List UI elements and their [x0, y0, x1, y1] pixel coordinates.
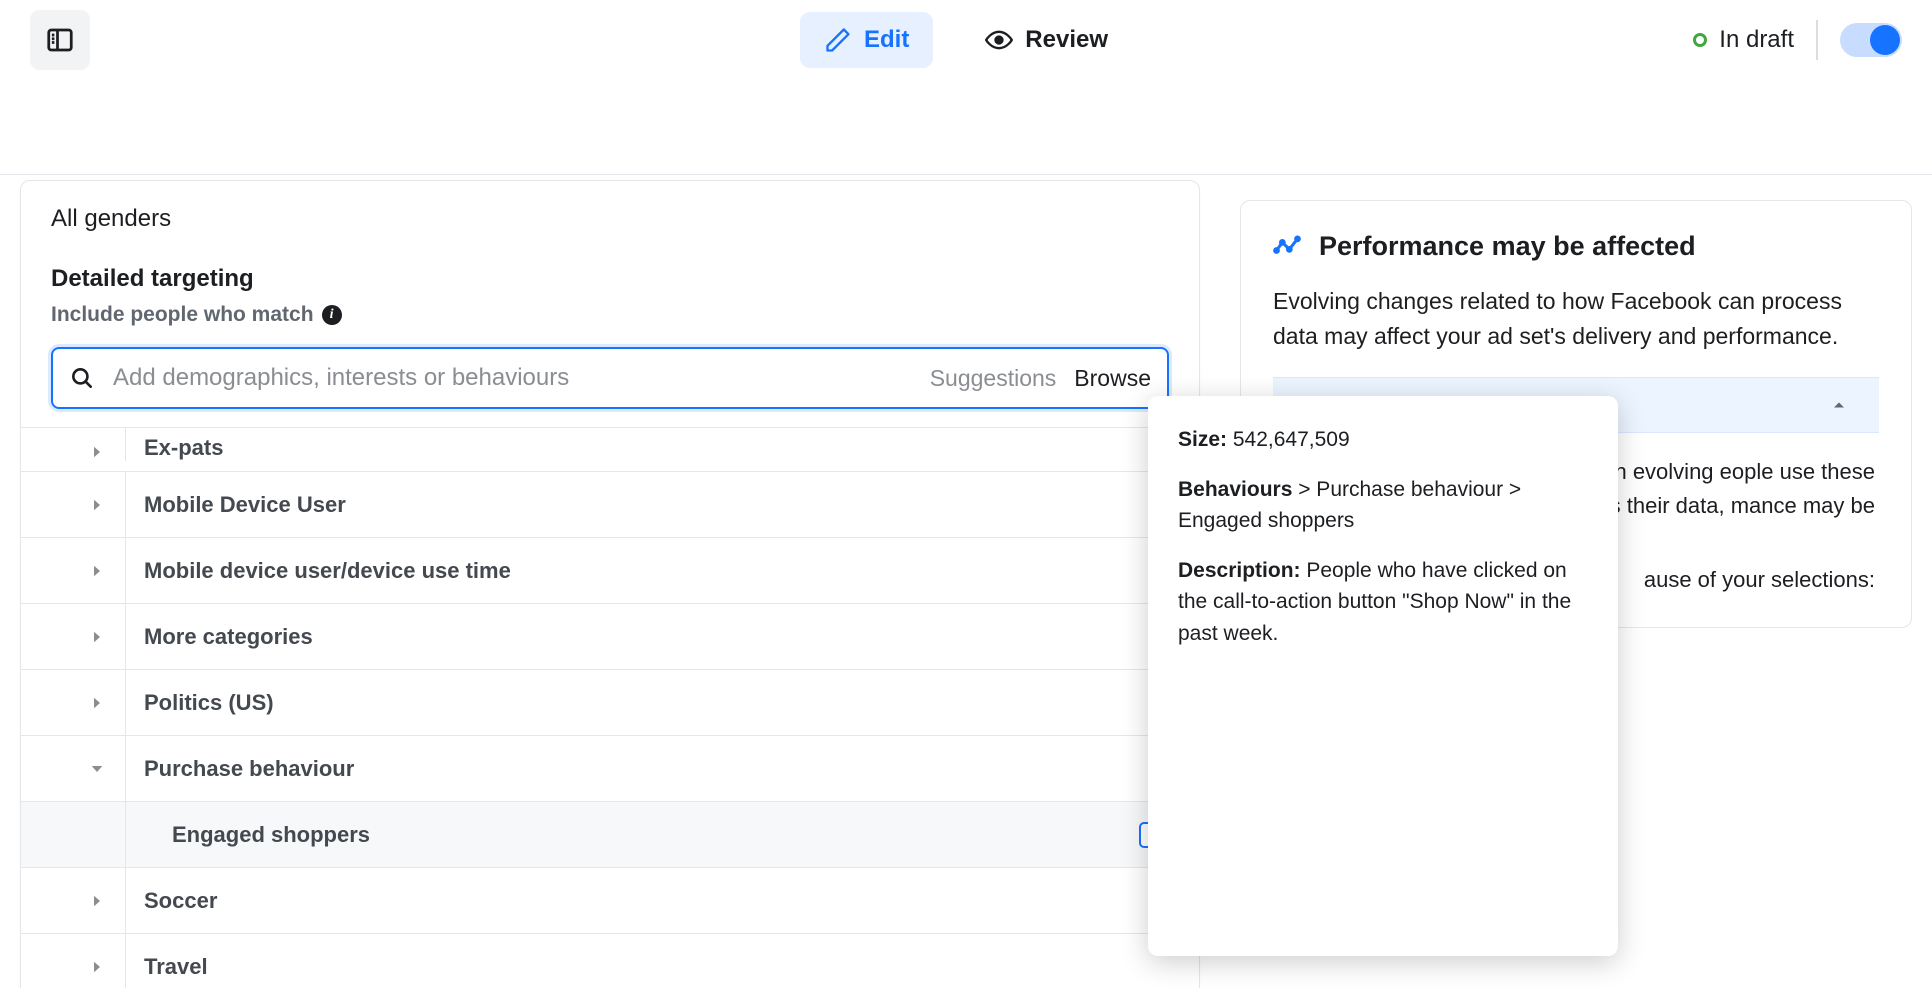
vertical-divider — [1816, 20, 1818, 60]
tab-review-label: Review — [1025, 26, 1108, 54]
caret-right-icon — [69, 958, 125, 976]
tree-item-engaged-shoppers[interactable]: Engaged shoppers — [21, 802, 1199, 868]
tree-item-ex-pats[interactable]: Ex-pats — [21, 428, 1199, 472]
main-content: All genders Detailed targeting Include p… — [0, 180, 1932, 988]
eye-icon — [985, 26, 1013, 54]
gender-summary: All genders — [51, 205, 1169, 233]
targeting-detail-popover: Size: 542,647,509 Behaviours > Purchase … — [1148, 396, 1618, 956]
caret-right-icon — [69, 628, 125, 646]
caret-right-icon — [69, 496, 125, 514]
adset-active-toggle[interactable] — [1840, 23, 1902, 57]
caret-right-icon — [69, 694, 125, 712]
caret-right-icon — [69, 892, 125, 910]
panel-icon — [45, 25, 75, 55]
activity-icon — [1273, 233, 1301, 261]
chevron-up-icon — [1829, 395, 1849, 415]
status-dot-icon — [1693, 33, 1707, 47]
search-icon — [69, 365, 95, 391]
panel-toggle-button[interactable] — [30, 10, 90, 70]
popover-size-row: Size: 542,647,509 — [1178, 424, 1588, 456]
suggestions-link[interactable]: Suggestions — [930, 365, 1057, 392]
header-divider — [0, 174, 1932, 175]
header-bar: Edit Review In draft — [0, 0, 1932, 80]
info-icon[interactable]: i — [322, 305, 342, 325]
browse-link[interactable]: Browse — [1074, 365, 1151, 392]
tab-edit[interactable]: Edit — [800, 12, 933, 68]
caret-right-icon — [69, 562, 125, 580]
tree-item-travel[interactable]: Travel — [21, 934, 1199, 988]
pencil-icon — [824, 26, 852, 54]
targeting-browse-tree: Ex-pats Mobile Device User Mobile device… — [21, 427, 1199, 988]
caret-right-icon — [69, 443, 125, 461]
targeting-search-row: Suggestions Browse — [51, 347, 1169, 409]
targeting-card: All genders Detailed targeting Include p… — [20, 180, 1200, 988]
tree-item-politics-us[interactable]: Politics (US) — [21, 670, 1199, 736]
caret-down-icon — [69, 760, 125, 778]
performance-body: Evolving changes related to how Facebook… — [1273, 284, 1879, 353]
popover-desc-row: Description: People who have clicked on … — [1178, 555, 1588, 650]
tree-item-mobile-device-user[interactable]: Mobile Device User — [21, 472, 1199, 538]
performance-title: Performance may be affected — [1319, 231, 1696, 262]
tree-item-more-categories[interactable]: More categories — [21, 604, 1199, 670]
include-match-label: Include people who match i — [51, 303, 1169, 327]
tab-review[interactable]: Review — [961, 12, 1132, 68]
status-label: In draft — [1719, 26, 1794, 54]
tree-item-mobile-device-time[interactable]: Mobile device user/device use time — [21, 538, 1199, 604]
toggle-knob — [1870, 25, 1900, 55]
tab-edit-label: Edit — [864, 26, 909, 54]
tab-group: Edit Review — [800, 12, 1132, 68]
header-right-group: In draft — [1693, 20, 1902, 60]
left-column: All genders Detailed targeting Include p… — [20, 180, 1200, 988]
popover-path-row: Behaviours > Purchase behaviour > Engage… — [1178, 474, 1588, 537]
targeting-search-input[interactable] — [95, 364, 930, 392]
tree-item-purchase-behaviour[interactable]: Purchase behaviour — [21, 736, 1199, 802]
tree-item-soccer[interactable]: Soccer — [21, 868, 1199, 934]
detailed-targeting-heading: Detailed targeting — [51, 265, 1169, 293]
status-chip: In draft — [1693, 26, 1794, 54]
